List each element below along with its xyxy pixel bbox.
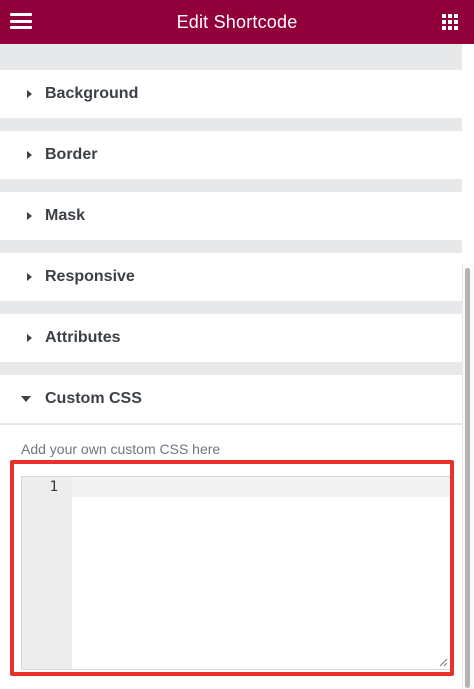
panel-edge xyxy=(462,44,474,264)
section-mask[interactable]: Mask xyxy=(0,192,462,240)
caret-right-icon xyxy=(27,151,32,159)
section-label: Attributes xyxy=(45,329,121,346)
hamburger-menu-icon[interactable] xyxy=(10,13,32,29)
divider xyxy=(0,424,462,425)
grid-apps-icon[interactable] xyxy=(442,14,458,30)
caret-right-icon xyxy=(27,90,32,98)
caret-right-icon xyxy=(27,212,32,220)
section-background[interactable]: Background xyxy=(0,70,462,118)
section-label: Responsive xyxy=(45,268,135,285)
section-label: Background xyxy=(45,85,139,102)
scrollbar-thumb[interactable] xyxy=(465,268,470,688)
section-label: Custom CSS xyxy=(45,390,142,407)
section-attributes[interactable]: Attributes xyxy=(0,314,462,362)
caret-right-icon xyxy=(27,273,32,281)
highlight-box xyxy=(10,460,454,676)
caret-right-icon xyxy=(27,334,32,342)
caret-down-icon xyxy=(21,396,31,402)
section-label: Border xyxy=(45,146,98,163)
panel-header: Edit Shortcode xyxy=(0,0,474,44)
section-label: Mask xyxy=(45,207,86,224)
section-custom-css[interactable]: Custom CSS xyxy=(0,375,462,423)
panel-title: Edit Shortcode xyxy=(176,11,298,32)
section-border[interactable]: Border xyxy=(0,131,462,179)
section-responsive[interactable]: Responsive xyxy=(0,253,462,301)
custom-css-help-text: Add your own custom CSS here xyxy=(21,441,221,457)
